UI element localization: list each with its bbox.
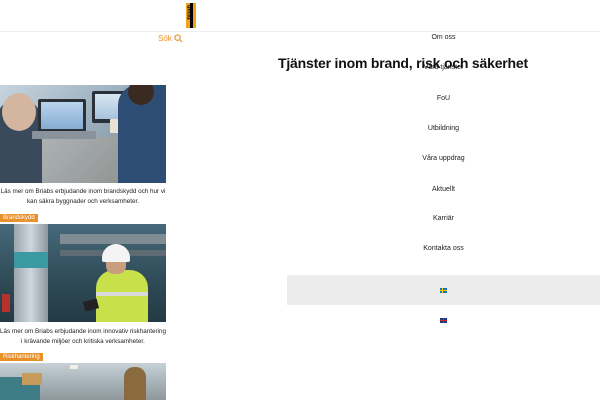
equipment-shape [2,294,10,312]
nav-item-kontakta-oss[interactable]: Kontakta oss [287,245,600,252]
plant-shape [124,367,146,400]
laptop-shape [38,99,86,133]
nav-item-utbildning[interactable]: Utbildning [287,125,600,132]
nav-item-karriar[interactable]: Karriär [287,215,600,222]
nav-item-aktuellt[interactable]: Aktuellt [287,186,600,193]
card-image-riskhantering[interactable] [0,224,166,322]
flag-sweden-icon [440,287,447,293]
pipe-shape [14,224,48,322]
logo-text: briab [187,5,193,20]
language-swedish[interactable] [287,275,600,305]
language-english[interactable] [287,305,600,335]
search-icon [174,34,183,43]
person-head-shape [2,93,36,131]
nav-item-fou[interactable]: FoU [287,95,600,102]
flag-uk-icon [440,317,447,323]
helmet-shape [102,244,130,262]
vest-stripe [96,292,148,296]
card-description-riskhantering: Läs mer om Briabs erbjudande inom innova… [0,328,166,345]
nav-item-vara-uppdrag[interactable]: Våra uppdrag [287,155,600,162]
search-label: Sök [158,34,172,43]
tag-brandskydd[interactable]: Brandskydd [0,214,38,222]
laptop-base [32,131,96,139]
worker-vest-shape [96,270,148,322]
pipe-band-shape [14,252,48,268]
pipe-shape [60,234,166,244]
card-image-brandskydd[interactable] [0,85,166,183]
briab-logo[interactable]: briab [186,3,196,28]
card-image-third[interactable] [0,363,166,400]
furniture-shape [22,373,42,385]
search-button[interactable]: Sök [158,34,183,43]
page-title: Tjänster inom brand, risk och säkerhet [278,55,528,71]
nav-item-om-oss[interactable]: Om oss [287,34,600,41]
tag-riskhantering[interactable]: Riskhantering [0,353,43,361]
card-description-brandskydd: Läs mer om Briabs erbjudande inom brands… [0,188,166,205]
laptop-screen [41,102,83,129]
header-bar: briab [0,0,600,32]
ceiling-light-shape [70,365,78,369]
